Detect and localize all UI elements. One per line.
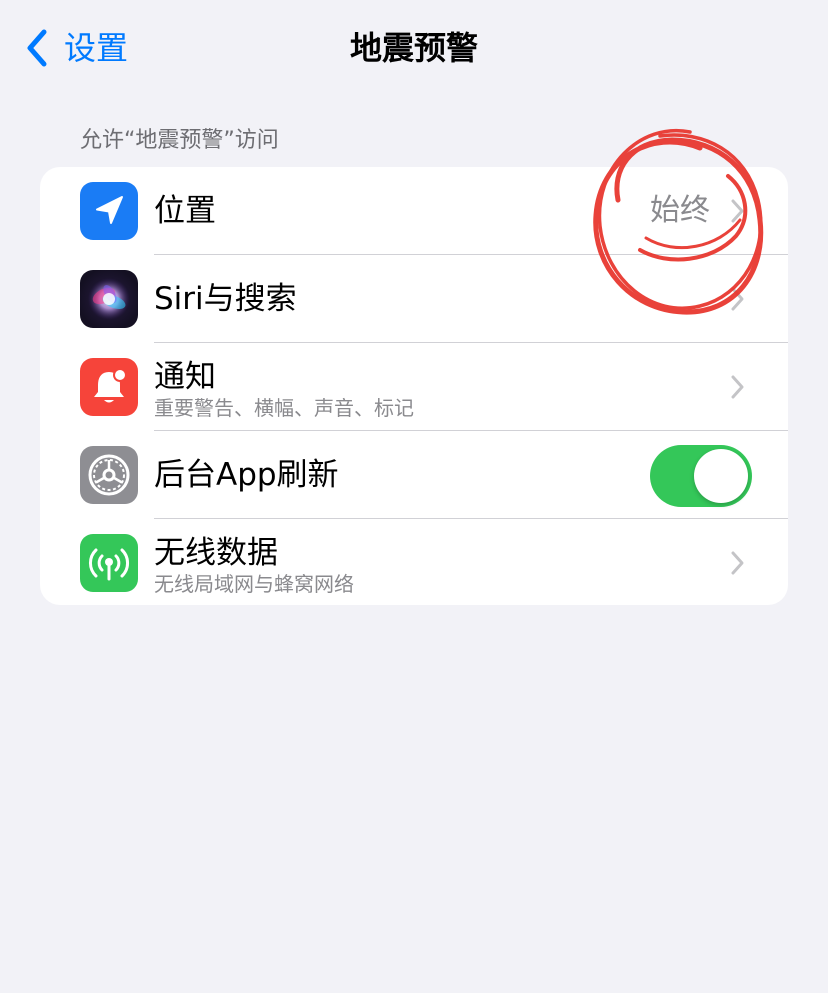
chevron-right-icon (731, 551, 744, 575)
toggle-knob (694, 449, 748, 503)
row-title: 通知 (154, 359, 216, 395)
settings-screen: 设置 地震预警 允许“地震预警”访问 位置 始终 Siri与搜索 通知 重要警告… (0, 0, 828, 993)
row-subtitle: 无线局域网与蜂窝网络 (154, 572, 354, 596)
wireless-data-row[interactable]: 无线数据 无线局域网与蜂窝网络 (40, 519, 788, 605)
row-value: 始终 (650, 193, 710, 228)
notifications-row[interactable]: 通知 重要警告、横幅、声音、标记 (40, 343, 788, 431)
row-title: 后台App刷新 (154, 457, 339, 493)
section-header: 允许“地震预警”访问 (80, 128, 279, 153)
page-title: 地震预警 (349, 29, 478, 67)
siri-search-row[interactable]: Siri与搜索 (40, 255, 788, 343)
row-title: 无线数据 (154, 535, 278, 571)
navigation-bar: 设置 地震预警 (0, 0, 828, 96)
background-app-refresh-row: 后台App刷新 (40, 431, 788, 519)
siri-icon (80, 270, 138, 328)
background-refresh-toggle[interactable] (650, 445, 752, 507)
antenna-icon (80, 534, 138, 592)
location-row[interactable]: 位置 始终 (40, 167, 788, 255)
gear-icon (80, 446, 138, 504)
row-title: 位置 (154, 193, 216, 229)
row-title: Siri与搜索 (154, 281, 297, 317)
row-subtitle: 重要警告、横幅、声音、标记 (154, 396, 414, 420)
notification-bell-icon (80, 358, 138, 416)
location-arrow-icon (80, 182, 138, 240)
chevron-right-icon (731, 375, 744, 399)
chevron-right-icon (731, 199, 744, 223)
chevron-right-icon (731, 287, 744, 311)
settings-group: 位置 始终 Siri与搜索 通知 重要警告、横幅、声音、标记 后台App刷新 无… (40, 167, 788, 605)
